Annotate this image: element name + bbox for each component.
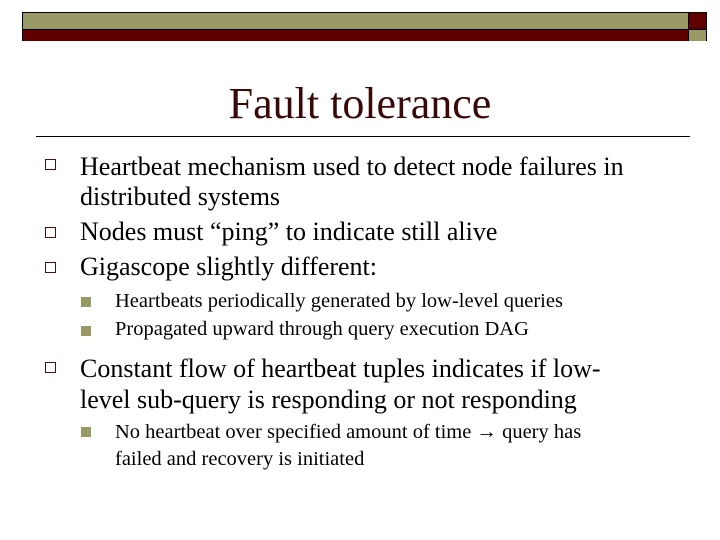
banner-olive-band <box>23 13 688 29</box>
banner-red-band <box>23 30 688 41</box>
filled-square-bullet-icon <box>81 427 91 437</box>
bullet-text: Constant flow of heartbeat tuples indica… <box>80 354 601 383</box>
banner-corner-olive-square <box>689 30 706 41</box>
banner-corner-red-square <box>689 13 706 29</box>
bullet-text: level sub-query is responding or not res… <box>80 385 577 414</box>
sub-bullet-text: No heartbeat over specified amount of ti… <box>115 421 582 443</box>
hollow-square-bullet-icon <box>45 262 56 273</box>
bullet-text: Heartbeat mechanism used to detect node … <box>80 152 624 181</box>
sub-bullet-text: Heartbeats periodically generated by low… <box>115 290 563 312</box>
slide-title: Fault tolerance <box>228 79 492 128</box>
bullet-text: Gigascope slightly different: <box>80 252 378 281</box>
bullet-text: Nodes must “ping” to indicate still aliv… <box>80 217 498 246</box>
sub-bullet-text: Propagated upward through query executio… <box>115 318 529 340</box>
bullet-text: distributed systems <box>80 182 281 211</box>
sub-bullet-text: failed and recovery is initiated <box>115 448 365 470</box>
title-divider <box>36 136 690 137</box>
filled-square-bullet-icon <box>81 297 91 307</box>
hollow-square-bullet-icon <box>45 362 56 373</box>
filled-square-bullet-icon <box>81 326 91 336</box>
hollow-square-bullet-icon <box>45 227 56 238</box>
hollow-square-bullet-icon <box>45 159 56 170</box>
